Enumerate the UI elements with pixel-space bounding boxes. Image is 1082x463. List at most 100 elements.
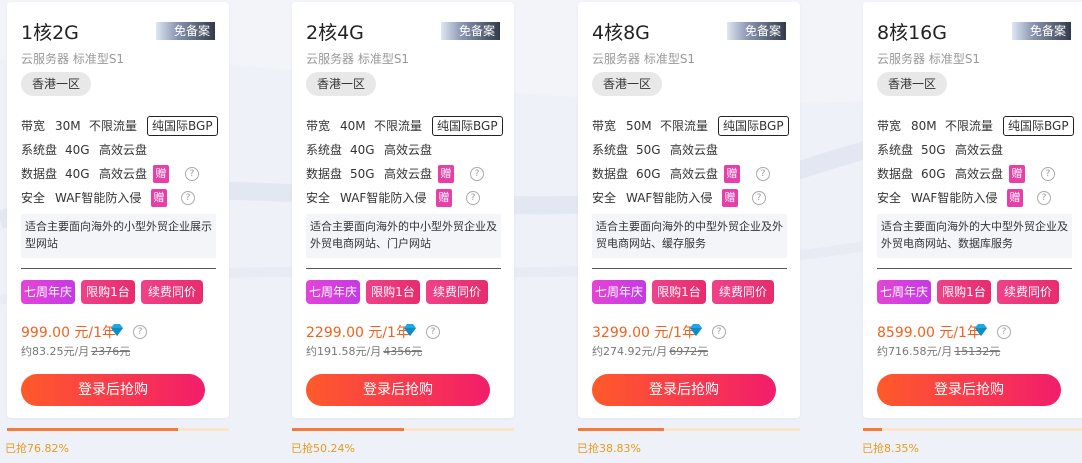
plan-card: 8核16G 免备案 云服务器 标准型S1 香港一区 带宽 80M 不限流量 纯国… [863,2,1082,418]
region-selector[interactable]: 香港一区 [306,72,376,96]
question-circle-icon[interactable]: ? [752,191,766,205]
original-price: 2376元 [91,345,131,358]
promo-tag-renewal: 续费同价 [141,280,203,304]
gift-badge: 赠 [722,189,738,207]
traffic-value: 不限流量 [89,119,138,133]
plan-title: 4核8G [592,22,650,44]
plan-subtitle: 云服务器 标准型S1 [21,52,125,66]
sold-progress-fill [578,428,665,431]
sold-progress-fill [292,428,404,431]
buy-button[interactable]: 登录后抢购 [21,374,205,406]
gift-badge: 赠 [151,189,167,207]
promo-tag-anniversary: 七周年庆 [306,280,360,304]
bandwidth-label: 带宽 [592,119,617,133]
security-row: 安全 WAF智能防入侵 赠 ? [306,188,501,208]
question-circle-icon[interactable]: ? [1037,191,1051,205]
system-disk-row: 系统盘 40G 高效云盘 [306,140,501,160]
plan-price: 999.00 元/1年 [21,325,117,341]
security-value: WAF智能防入侵 [911,191,998,205]
buy-button[interactable]: 登录后抢购 [877,374,1061,406]
monthly-price-value: 约274.92元/月 [592,345,668,358]
data-disk-row: 数据盘 40G 高效云盘 赠 ? [21,164,216,184]
vip-diamond-icon[interactable] [688,322,704,338]
question-circle-icon[interactable]: ? [756,167,770,181]
system-disk-label: 系统盘 [877,143,914,157]
monthly-price-value: 约83.25元/月 [21,345,90,358]
no-filing-badge: 免备案 [440,22,500,40]
plan-subtitle: 云服务器 标准型S1 [592,52,696,66]
question-circle-icon[interactable]: ? [712,325,726,339]
plan-subtitle: 云服务器 标准型S1 [877,52,981,66]
system-disk-row: 系统盘 50G 高效云盘 [877,140,1072,160]
promo-tag-limit: 限购1台 [937,280,991,304]
monthly-price-value: 约191.58元/月 [306,345,382,358]
question-circle-icon[interactable]: ? [1041,167,1055,181]
bandwidth-row: 带宽 80M 不限流量 纯国际BGP [877,116,1074,136]
security-label: 安全 [877,191,902,205]
gift-badge: 赠 [1007,189,1023,207]
sold-progress-bar [7,428,229,431]
gift-badge: 赠 [153,165,169,183]
data-disk-value: 60G [636,167,661,181]
region-selector[interactable]: 香港一区 [21,72,91,96]
question-circle-icon[interactable]: ? [181,191,195,205]
plan-description: 适合主要面向海外的中小型外贸企业及外贸电商网站、门户网站 [306,214,501,258]
traffic-value: 不限流量 [945,119,994,133]
promo-tag-renewal: 续费同价 [426,280,488,304]
promo-tag-renewal: 续费同价 [997,280,1059,304]
system-disk-value: 50G [921,143,946,157]
question-circle-icon[interactable]: ? [133,325,147,339]
data-disk-type: 高效云盘 [955,167,1004,181]
system-disk-value: 40G [65,143,90,157]
system-disk-label: 系统盘 [306,143,343,157]
data-disk-value: 50G [350,167,375,181]
traffic-value: 不限流量 [374,119,423,133]
divider [21,268,216,269]
bandwidth-label: 带宽 [877,119,902,133]
system-disk-type: 高效云盘 [955,143,1004,157]
question-circle-icon[interactable]: ? [997,325,1011,339]
data-disk-value: 40G [65,167,90,181]
system-disk-row: 系统盘 50G 高效云盘 [592,140,787,160]
gift-badge: 赠 [436,189,452,207]
bgp-badge: 纯国际BGP [1003,116,1074,136]
plan-description: 适合主要面向海外的小型外贸企业展示型网站 [21,214,216,258]
question-circle-icon[interactable]: ? [470,167,484,181]
monthly-price: 约274.92元/月 6972元 [592,343,708,359]
system-disk-label: 系统盘 [592,143,629,157]
question-circle-icon[interactable]: ? [426,325,440,339]
data-disk-row: 数据盘 50G 高效云盘 赠 ? [306,164,501,184]
bandwidth-label: 带宽 [21,119,46,133]
vip-diamond-icon[interactable] [973,322,989,338]
plan-title: 1核2G [21,22,79,44]
bandwidth-row: 带宽 50M 不限流量 纯国际BGP [592,116,789,136]
security-value: WAF智能防入侵 [340,191,427,205]
security-label: 安全 [306,191,331,205]
system-disk-label: 系统盘 [21,143,58,157]
gift-badge: 赠 [438,165,454,183]
security-row: 安全 WAF智能防入侵 赠 ? [21,188,216,208]
system-disk-row: 系统盘 40G 高效云盘 [21,140,216,160]
question-circle-icon[interactable]: ? [185,167,199,181]
vip-diamond-icon[interactable] [402,322,418,338]
vip-diamond-icon[interactable] [109,322,125,338]
system-disk-type: 高效云盘 [670,143,719,157]
data-disk-type: 高效云盘 [99,167,148,181]
security-value: WAF智能防入侵 [55,191,142,205]
buy-button[interactable]: 登录后抢购 [306,374,490,406]
region-selector[interactable]: 香港一区 [592,72,662,96]
original-price: 4356元 [383,345,423,358]
system-disk-value: 40G [350,143,375,157]
buy-button[interactable]: 登录后抢购 [592,374,776,406]
bandwidth-row: 带宽 30M 不限流量 纯国际BGP [21,116,218,136]
promo-tag-limit: 限购1台 [81,280,135,304]
divider [877,268,1072,269]
monthly-price: 约716.58元/月 15132元 [877,343,1000,359]
security-label: 安全 [592,191,617,205]
sold-progress-bar [578,428,800,431]
plan-card: 4核8G 免备案 云服务器 标准型S1 香港一区 带宽 50M 不限流量 纯国际… [578,2,800,418]
no-filing-badge: 免备案 [1011,22,1071,40]
question-circle-icon[interactable]: ? [466,191,480,205]
gift-badge: 赠 [1009,165,1025,183]
region-selector[interactable]: 香港一区 [877,72,947,96]
